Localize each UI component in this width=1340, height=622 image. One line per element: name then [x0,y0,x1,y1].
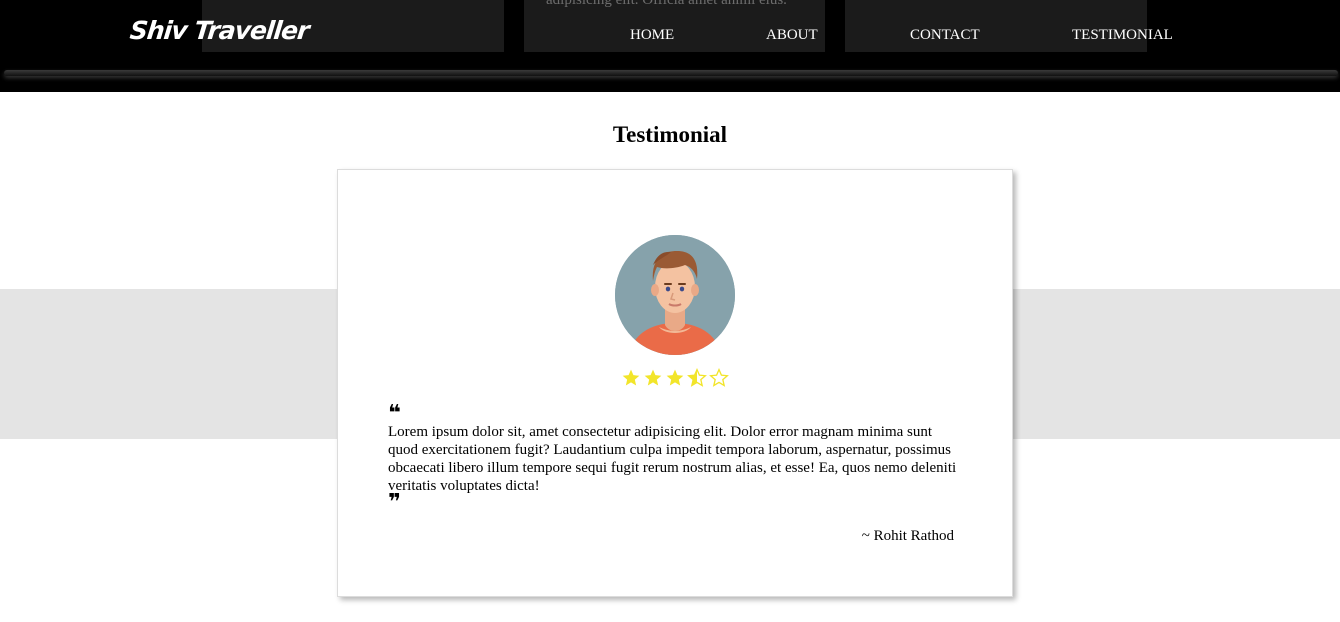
site-header: adipisicing elit. Officia amet animi eiu… [0,0,1340,92]
avatar [615,235,735,355]
star-rating [621,368,729,388]
quote-close-icon: ❞ [388,490,401,515]
nav-link-home[interactable]: HOME [630,27,674,44]
quote-open-icon: ❝ [388,401,401,426]
header-ghost-panel [845,0,1147,52]
nav-link-testimonial[interactable]: TESTIMONIAL [1072,27,1173,44]
star-filled-icon [622,369,640,386]
person-avatar-icon [615,235,735,355]
header-divider [4,70,1338,76]
nav-link-contact[interactable]: CONTACT [910,27,980,44]
header-ghost-text: adipisicing elit. Officia amet animi eiu… [546,0,787,8]
star-half-icon [687,368,707,387]
star-filled-icon [666,369,684,386]
site-logo[interactable]: Shiv Traveller [128,16,310,45]
testimonial-text: Lorem ipsum dolor sit, amet consectetur … [388,424,957,494]
testimonial-card: ❝ Lorem ipsum dolor sit, amet consectetu… [337,169,1013,597]
section-title: Testimonial [612,122,728,147]
testimonial-author: ~ Rohit Rathod [861,528,954,544]
nav-link-about[interactable]: ABOUT [766,27,818,44]
star-filled-icon [644,369,662,386]
star-empty-icon [709,368,729,387]
